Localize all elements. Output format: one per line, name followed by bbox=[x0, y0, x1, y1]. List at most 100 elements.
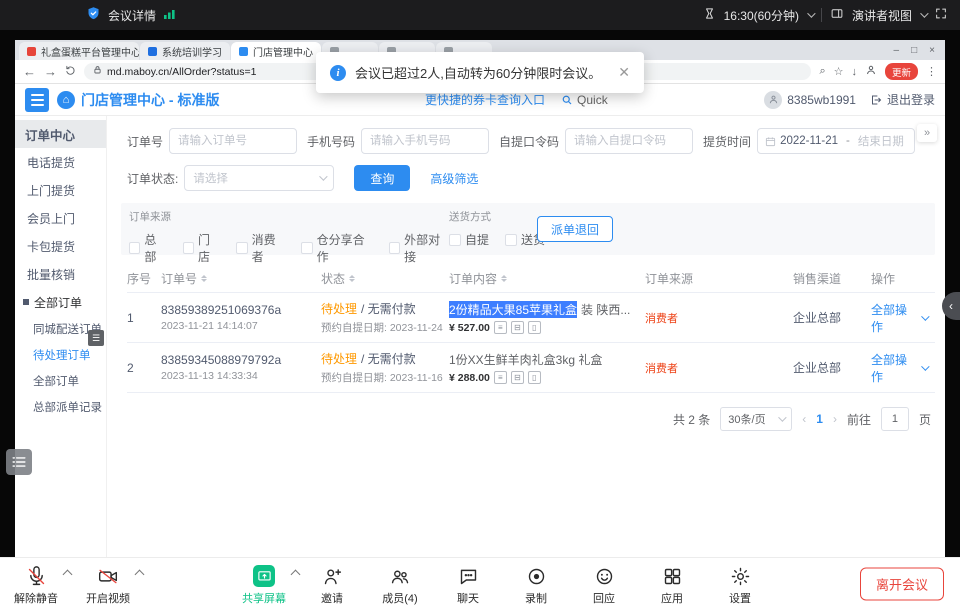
meeting-details-link[interactable]: 会议详情 bbox=[108, 7, 156, 24]
quick-search[interactable]: Quick bbox=[561, 93, 608, 107]
reaction-button[interactable]: 回应 bbox=[582, 564, 626, 606]
all-actions-dropdown[interactable]: 全部操作 bbox=[871, 351, 927, 385]
invite-button[interactable]: 邀请 bbox=[310, 564, 354, 606]
share-screen-icon bbox=[253, 565, 275, 587]
note-icon[interactable]: ≡ bbox=[494, 371, 507, 384]
browser-tab[interactable]: 礼盒蛋糕平台管理中心 bbox=[19, 42, 139, 60]
coupon-query-link[interactable]: 更快捷的券卡查询入口 bbox=[425, 91, 545, 108]
mic-options-chevron[interactable] bbox=[63, 570, 73, 580]
sidebar-collapse-toggle[interactable]: ☰ bbox=[88, 330, 104, 346]
checkbox-warehouse-coop[interactable]: 仓分享合作 bbox=[301, 231, 373, 265]
camera-options-chevron[interactable] bbox=[135, 570, 145, 580]
sidebar-item-phone-pickup[interactable]: 电话提货 bbox=[15, 148, 106, 176]
gear-icon bbox=[730, 564, 751, 588]
order-time: 2023-11-13 14:33:34 bbox=[161, 370, 321, 382]
phone-input[interactable] bbox=[361, 128, 489, 154]
sidebar-group-all-orders[interactable]: 全部订单 bbox=[15, 288, 106, 316]
checkbox-external[interactable]: 外部对接 bbox=[389, 231, 449, 265]
lock-icon bbox=[93, 65, 102, 78]
advanced-filter-link[interactable]: 高级筛选 bbox=[430, 170, 478, 187]
mobile-icon[interactable]: ▯ bbox=[528, 321, 541, 334]
browser-tab[interactable]: 系统培训学习 bbox=[140, 42, 230, 60]
dispatch-return-button[interactable]: 派单退回 bbox=[537, 216, 613, 242]
cell-seq: 2 bbox=[127, 361, 161, 375]
order-no-input[interactable] bbox=[169, 128, 297, 154]
double-arrow-icon[interactable]: » bbox=[917, 124, 937, 142]
goto-page-input[interactable] bbox=[881, 407, 909, 431]
timer-dropdown-icon[interactable] bbox=[807, 9, 815, 17]
checkbox-label: 总部 bbox=[144, 231, 166, 265]
list-icon bbox=[12, 456, 26, 468]
download-icon[interactable]: ↓ bbox=[851, 66, 857, 78]
meeting-topbar: 会议详情 16:30(60分钟) 演讲者视图 bbox=[0, 0, 960, 30]
goto-label: 前往 bbox=[847, 411, 871, 428]
col-status[interactable]: 状态 bbox=[321, 270, 449, 287]
checkbox-self-pickup[interactable]: 自提 bbox=[449, 231, 489, 248]
sidebar-item-card-pickup[interactable]: 卡包提货 bbox=[15, 232, 106, 260]
floating-list-button[interactable] bbox=[6, 449, 32, 475]
apps-button[interactable]: 应用 bbox=[650, 564, 694, 606]
checkbox-consumer[interactable]: 消费者 bbox=[236, 231, 285, 265]
back-icon[interactable]: ← bbox=[23, 65, 36, 78]
browser-menu-icon[interactable]: ⋮ bbox=[926, 65, 937, 78]
next-page-icon[interactable]: › bbox=[833, 412, 837, 426]
sidebar-section-order-center[interactable]: 订单中心 bbox=[15, 120, 106, 148]
user-menu[interactable]: 8385wb1991 bbox=[764, 91, 856, 109]
window-close-icon[interactable]: × bbox=[929, 45, 935, 56]
share-options-chevron[interactable] bbox=[291, 570, 301, 580]
pickup-code-input[interactable] bbox=[565, 128, 693, 154]
order-status-select[interactable]: 请选择 bbox=[184, 165, 334, 191]
search-button[interactable]: 查询 bbox=[354, 165, 410, 191]
members-button[interactable]: 成员(4) bbox=[378, 564, 422, 606]
quick-label: Quick bbox=[577, 93, 608, 107]
sidebar-subitem-all-orders[interactable]: 全部订单 bbox=[15, 368, 106, 394]
start-video-button[interactable]: 开启视频 bbox=[86, 564, 130, 606]
bookmark-star-icon[interactable]: ☆ bbox=[834, 65, 844, 78]
toast-close-icon[interactable]: ✕ bbox=[618, 64, 630, 81]
url-text: md.maboy.cn/AllOrder?status=1 bbox=[107, 66, 257, 78]
all-actions-dropdown[interactable]: 全部操作 bbox=[871, 301, 927, 335]
col-order-no[interactable]: 订单号 bbox=[161, 270, 321, 287]
sidebar-item-batch-verify[interactable]: 批量核销 bbox=[15, 260, 106, 288]
col-content[interactable]: 订单内容 bbox=[449, 270, 645, 287]
pickup-date: 预约自提日期: 2023-11-16 bbox=[321, 370, 449, 385]
window-minimize-icon[interactable]: – bbox=[894, 45, 900, 56]
view-dropdown-icon[interactable] bbox=[920, 9, 928, 17]
leave-meeting-button[interactable]: 离开会议 bbox=[860, 568, 944, 601]
refresh-icon[interactable] bbox=[65, 65, 76, 78]
note-icon[interactable]: ≡ bbox=[494, 321, 507, 334]
print-icon[interactable]: ⊟ bbox=[511, 321, 524, 334]
fullscreen-icon[interactable] bbox=[934, 7, 948, 23]
forward-icon[interactable]: → bbox=[44, 65, 57, 78]
status-badge: 待处理 bbox=[321, 350, 357, 367]
share-screen-button[interactable]: 共享屏幕 bbox=[242, 564, 286, 606]
window-maximize-icon[interactable]: □ bbox=[911, 45, 917, 56]
checkbox-store[interactable]: 门店 bbox=[183, 231, 221, 265]
browser-tab-active[interactable]: 门店管理中心 bbox=[231, 42, 321, 60]
profile-icon[interactable] bbox=[865, 64, 877, 79]
hamburger-menu-icon[interactable] bbox=[25, 88, 49, 112]
logout-button[interactable]: 退出登录 bbox=[870, 91, 935, 108]
checkbox-hq[interactable]: 总部 bbox=[129, 231, 167, 265]
prev-page-icon[interactable]: ‹ bbox=[802, 412, 806, 426]
sort-icon[interactable] bbox=[201, 272, 207, 285]
chat-button[interactable]: 聊天 bbox=[446, 564, 490, 606]
unmute-button[interactable]: 解除静音 bbox=[14, 564, 58, 606]
sidebar-item-door-pickup[interactable]: 上门提货 bbox=[15, 176, 106, 204]
sort-icon[interactable] bbox=[501, 272, 507, 285]
mobile-icon[interactable]: ▯ bbox=[528, 371, 541, 384]
record-button[interactable]: 录制 bbox=[514, 564, 558, 606]
browser-window: 礼盒蛋糕平台管理中心 系统培训学习 门店管理中心 – □ × ← → bbox=[15, 40, 945, 557]
print-icon[interactable]: ⊟ bbox=[511, 371, 524, 384]
chrome-update-button[interactable]: 更新 bbox=[885, 63, 918, 80]
shield-check-icon bbox=[86, 6, 101, 24]
page-number[interactable]: 1 bbox=[816, 412, 823, 426]
view-mode-label[interactable]: 演讲者视图 bbox=[852, 7, 912, 24]
search-icon[interactable]: ⌕ bbox=[819, 65, 825, 78]
sort-icon[interactable] bbox=[349, 272, 355, 285]
date-range-picker[interactable]: 2022-11-21 - 结束日期 bbox=[757, 128, 915, 154]
sidebar-item-member-visit[interactable]: 会员上门 bbox=[15, 204, 106, 232]
sidebar-subitem-hq-dispatch[interactable]: 总部派单记录 bbox=[15, 394, 106, 420]
settings-button[interactable]: 设置 bbox=[718, 564, 762, 606]
page-size-select[interactable]: 30条/页 bbox=[720, 407, 792, 431]
